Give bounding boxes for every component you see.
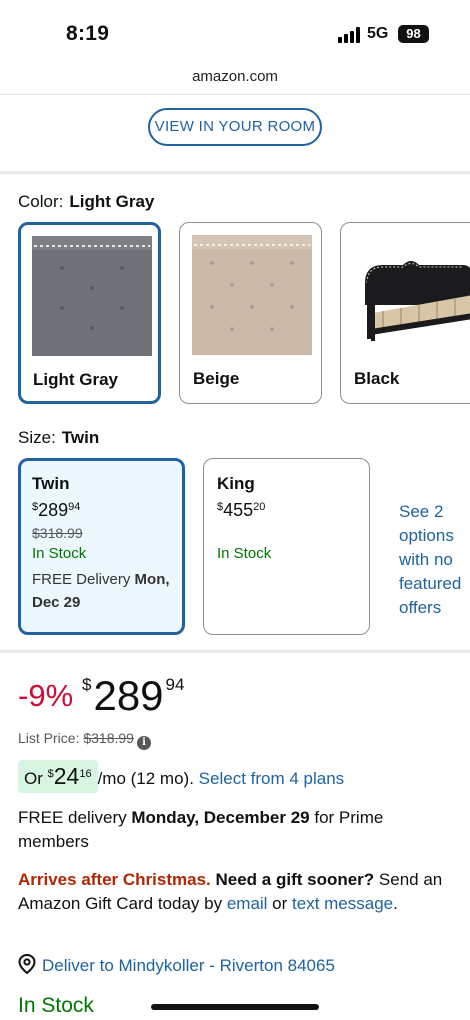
monthly-price-badge: Or $2416 [18, 760, 98, 793]
selected-size: Twin [61, 428, 100, 447]
size-option-name: Twin [32, 474, 70, 493]
discount-percent: -9% [18, 678, 74, 713]
size-option-stock: In Stock [32, 545, 87, 562]
email-link[interactable]: email [227, 894, 268, 913]
color-option-beige[interactable]: Beige [179, 222, 322, 404]
gift-card-message: Arrives after Christmas. Need a gift soo… [18, 870, 443, 913]
size-option-delivery: FREE Delivery Mon, Dec 29 [32, 571, 170, 611]
deliver-to-text: Deliver to Mindykoller - Riverton 84065 [42, 956, 335, 975]
divider [0, 94, 470, 95]
divider [0, 171, 470, 174]
list-price: List Price: $318.99 i [18, 730, 151, 750]
battery-icon: 98 [398, 25, 429, 43]
size-option-twin[interactable]: Twin $28994 $318.99 In Stock FREE Delive… [18, 458, 185, 635]
url-bar[interactable]: amazon.com [0, 68, 470, 85]
color-label: Color: Light Gray [18, 192, 155, 211]
color-option-label: Black [354, 369, 400, 388]
status-bar: 8:19 5G 98 [0, 0, 470, 62]
status-time: 8:19 [66, 22, 110, 45]
size-option-stock: In Stock [217, 545, 272, 562]
deliver-to-link[interactable]: Deliver to Mindykoller - Riverton 84065 [18, 954, 335, 976]
size-option-price: $28994 [32, 500, 81, 520]
signal-icon [338, 27, 362, 43]
black-bed-frame-image [365, 261, 470, 341]
light-gray-headboard-image [32, 236, 152, 356]
current-price: $289 94 [82, 672, 185, 719]
location-pin-icon [18, 954, 36, 974]
home-indicator[interactable] [151, 1004, 319, 1010]
view-in-room-button[interactable]: VIEW IN YOUR ROOM [148, 108, 322, 146]
availability-status: In Stock [18, 994, 94, 1017]
color-option-black[interactable]: Black [340, 222, 470, 404]
select-plans-link[interactable]: Select from 4 plans [199, 769, 345, 788]
color-option-label: Beige [193, 369, 240, 388]
size-option-price: $45520 [217, 500, 266, 520]
selected-color: Light Gray [69, 192, 155, 211]
info-icon[interactable]: i [136, 736, 151, 750]
network-label: 5G [367, 25, 389, 42]
more-options-text: See 2 options with no featured offers [399, 502, 462, 617]
size-option-king[interactable]: King $45520 In Stock [203, 458, 370, 635]
beige-headboard-image [192, 235, 312, 355]
size-option-name: King [217, 474, 255, 493]
text-message-link[interactable]: text message [292, 894, 393, 913]
size-label: Size: Twin [18, 428, 100, 447]
color-option-label: Light Gray [33, 370, 119, 389]
monthly-payment: Or $2416/mo (12 mo). Select from 4 plans [18, 760, 344, 793]
prime-delivery-message: FREE delivery Monday, December 29 for Pr… [18, 808, 384, 851]
size-option-list-price: $318.99 [32, 525, 83, 541]
see-more-options-link[interactable]: See 2 options with no featured offers [399, 500, 470, 620]
color-option-light-gray[interactable]: Light Gray [18, 222, 161, 404]
divider [0, 650, 470, 653]
